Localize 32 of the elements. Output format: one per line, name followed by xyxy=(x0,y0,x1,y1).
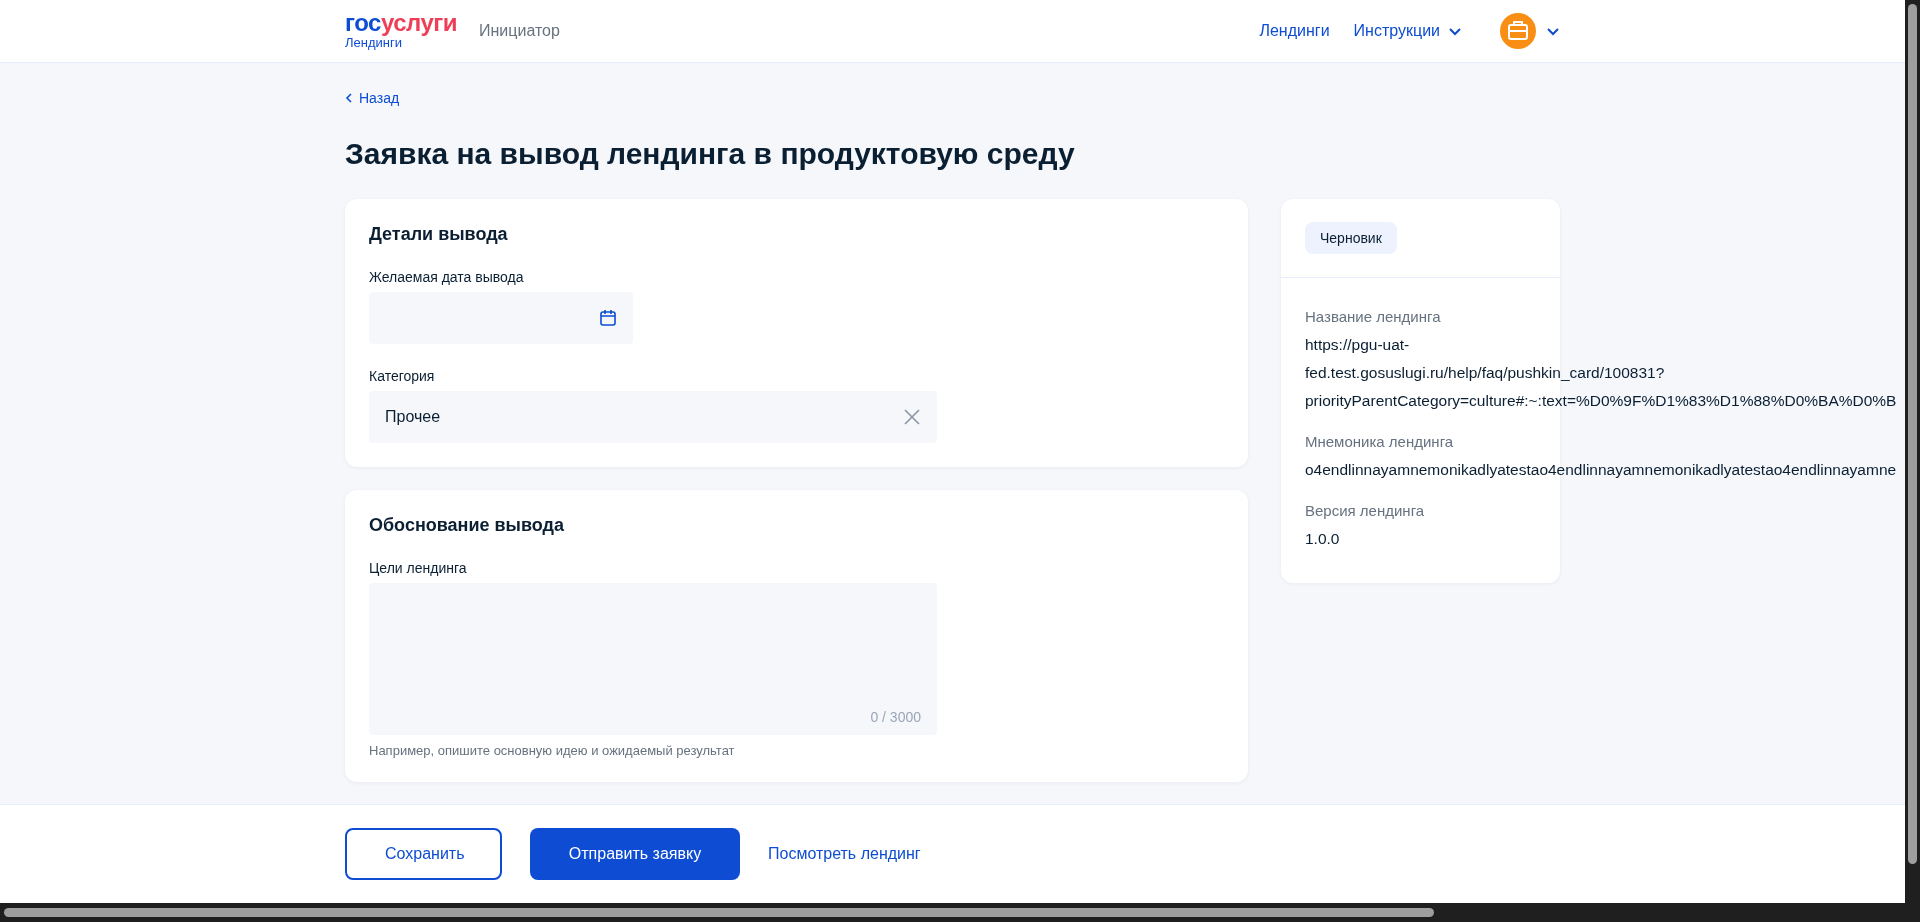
field-hint: Например, опишите основную идею и ожидаемый результат xyxy=(369,743,736,758)
horizontal-scrollbar[interactable] xyxy=(4,908,1434,917)
info-value: https://pgu-uat- fed.test.gosuslugi.ru/help/faq/pushkin_card/100831? priorityParentCategory=culture#:~:text=%D0%9F%D1%83%D1%88%D0%BA%D0%B xyxy=(1305,335,1897,411)
info-value: 1.0.0 xyxy=(1305,529,1340,549)
clear-icon[interactable] xyxy=(903,408,921,426)
info-label: Версия лендинга xyxy=(1305,502,1426,519)
field-label: Желаемая дата вывода xyxy=(369,269,525,285)
logo-subtitle: Лендинги xyxy=(345,35,402,51)
info-label: Название лендинга xyxy=(1305,308,1442,325)
status-badge: Черновик xyxy=(1305,222,1397,254)
page-title: Заявка на вывод лендинга в продуктовую среду xyxy=(345,137,1076,171)
date-field[interactable] xyxy=(369,292,633,344)
info-value: o4endlinnayamnemonikadlyatestao4endlinnayamnemonikadlyatestao4endlinnayamne xyxy=(1305,460,1897,480)
chevron-left-icon xyxy=(345,93,353,103)
category-select[interactable]: Прочее xyxy=(369,391,937,443)
save-button[interactable]: Сохранить xyxy=(345,828,502,880)
character-counter: 0 / 3000 xyxy=(870,709,921,725)
role-label: Инициатор xyxy=(479,22,560,40)
avatar-briefcase-icon[interactable] xyxy=(1500,13,1536,49)
back-link[interactable]: Назад xyxy=(345,90,400,106)
info-label: Мнемоника лендинга xyxy=(1305,433,1455,450)
field-label: Категория xyxy=(369,368,436,384)
vertical-scrollbar[interactable] xyxy=(1908,4,1917,864)
logo[interactable]: госуслуги xyxy=(345,11,457,35)
section-title: Обоснование вывода xyxy=(369,515,565,536)
field-label: Цели лендинга xyxy=(369,560,468,576)
view-link[interactable]: Посмотреть лендинг xyxy=(768,828,921,880)
nav-link[interactable]: Лендинги xyxy=(1259,22,1330,40)
calendar-icon[interactable] xyxy=(599,309,617,327)
submit-button[interactable]: Отправить заявку xyxy=(530,828,740,880)
nav-dropdown[interactable]: Инструкции xyxy=(1353,22,1462,40)
section-title: Детали вывода xyxy=(369,224,509,245)
